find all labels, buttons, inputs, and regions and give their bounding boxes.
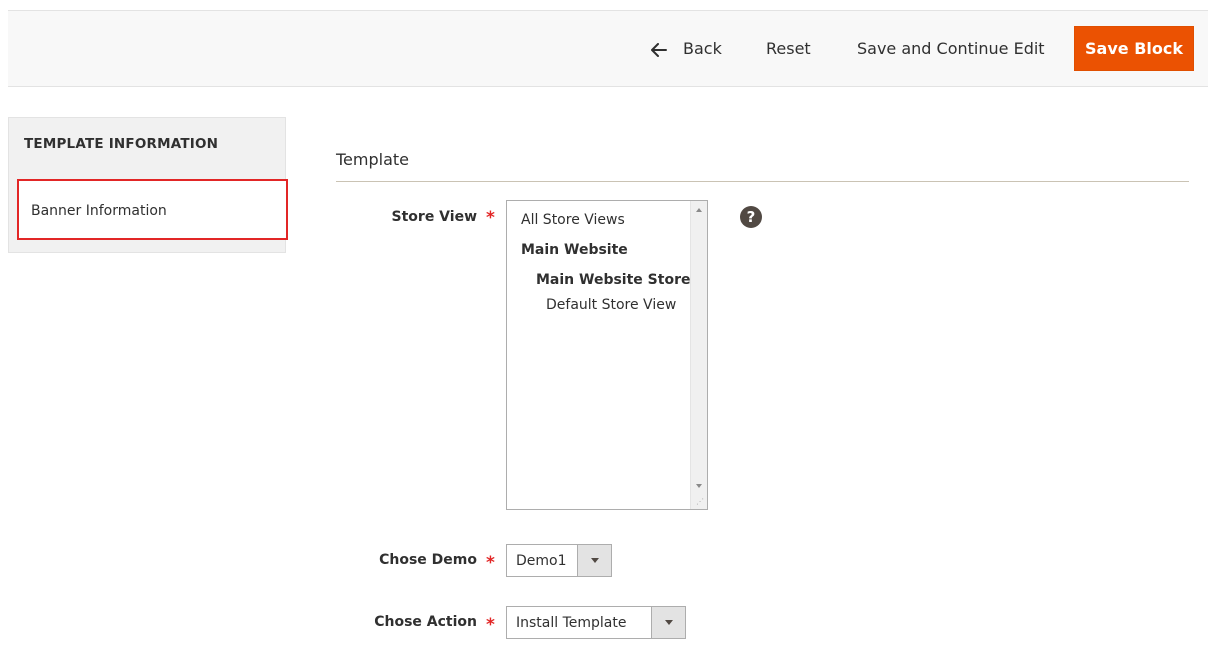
section-title: Template bbox=[336, 150, 410, 169]
scroll-up-icon[interactable] bbox=[696, 208, 702, 212]
chose-action-label: Chose Action bbox=[374, 614, 477, 630]
store-view-label: Store View bbox=[391, 209, 477, 225]
section-divider bbox=[336, 181, 1189, 182]
back-button[interactable]: Back bbox=[651, 11, 722, 86]
store-view-option[interactable]: Default Store View bbox=[546, 297, 676, 313]
arrow-left-icon bbox=[651, 42, 669, 57]
sidebar-item-label: Banner Information bbox=[31, 203, 167, 219]
store-view-option[interactable]: All Store Views bbox=[521, 212, 625, 228]
store-view-option[interactable]: Main Website bbox=[521, 242, 628, 258]
reset-button[interactable]: Reset bbox=[766, 11, 811, 86]
store-view-option[interactable]: Main Website Store bbox=[536, 272, 690, 288]
chose-demo-label: Chose Demo bbox=[379, 552, 477, 568]
scroll-down-icon[interactable] bbox=[696, 484, 702, 488]
store-view-required-mark: * bbox=[486, 208, 495, 228]
chose-demo-required-mark: * bbox=[486, 553, 495, 573]
chose-demo-value: Demo1 bbox=[516, 553, 567, 569]
resize-handle-icon[interactable]: ⋰ bbox=[696, 498, 704, 506]
page-actions-bar: Back Reset Save and Continue Edit Save B… bbox=[8, 10, 1208, 87]
chose-demo-select[interactable]: Demo1 bbox=[506, 544, 612, 577]
store-view-multiselect[interactable]: All Store Views Main Website Main Websit… bbox=[506, 200, 708, 510]
chevron-down-icon bbox=[577, 545, 611, 576]
help-question-icon[interactable]: ? bbox=[740, 206, 762, 228]
chose-action-required-mark: * bbox=[486, 615, 495, 635]
sidebar-item-banner-information[interactable]: Banner Information bbox=[17, 179, 288, 240]
chevron-down-icon bbox=[651, 607, 685, 638]
back-label: Back bbox=[683, 39, 722, 58]
multiselect-scrollbar[interactable] bbox=[690, 201, 707, 509]
chose-action-value: Install Template bbox=[516, 615, 627, 631]
chose-action-select[interactable]: Install Template bbox=[506, 606, 686, 639]
sidebar-tabs: TEMPLATE INFORMATION Banner Information bbox=[8, 117, 288, 253]
sidebar-title: TEMPLATE INFORMATION bbox=[24, 136, 219, 152]
save-block-button[interactable]: Save Block bbox=[1074, 26, 1194, 71]
save-and-continue-button[interactable]: Save and Continue Edit bbox=[857, 11, 1045, 86]
